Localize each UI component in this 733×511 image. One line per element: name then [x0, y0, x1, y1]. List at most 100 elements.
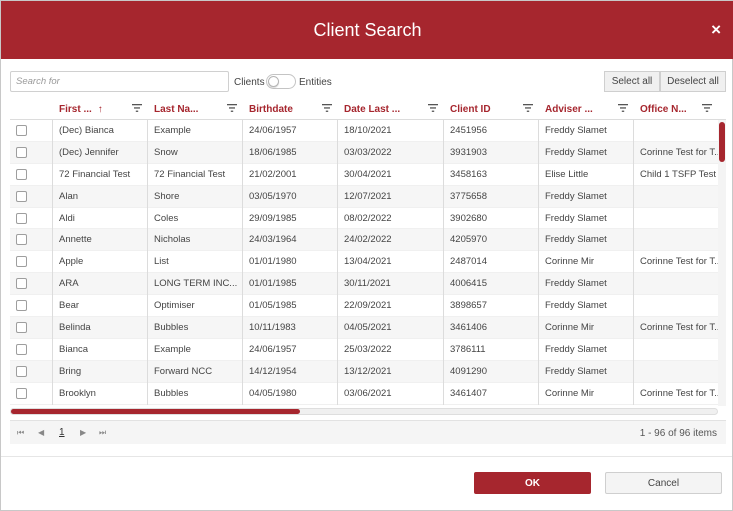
filter-icon[interactable] [618, 103, 628, 113]
table-cell: Shore [148, 185, 243, 208]
table-cell [634, 339, 718, 361]
grid-header: First ... ↑ Last Na... Birthdate Date Last .… [10, 98, 726, 120]
table-cell: (Dec) Jennifer [53, 141, 148, 164]
table-row[interactable]: (Dec) Bianca Example 24/06/1957 18/10/2021 2… [10, 120, 718, 142]
table-cell: 24/06/1957 [243, 120, 338, 142]
ok-button[interactable]: OK [474, 472, 591, 494]
row-checkbox[interactable] [16, 125, 27, 136]
grid-body: (Dec) Bianca Example 24/06/1957 18/10/2021 2… [10, 120, 718, 406]
table-cell: 3898657 [444, 295, 539, 318]
filter-icon[interactable] [523, 103, 533, 113]
row-checkbox[interactable] [16, 387, 27, 399]
table-cell: 72 Financial Test [148, 163, 243, 186]
column-header-label: Client ID [450, 103, 491, 115]
table-cell: Bianca [53, 338, 148, 361]
prev-page-icon[interactable]: ◀ [38, 428, 44, 437]
select-all-button[interactable]: Select all [604, 71, 660, 92]
row-checkbox[interactable] [16, 365, 27, 377]
table-cell: 3902680 [444, 207, 539, 230]
column-header-5[interactable]: Client ID [444, 98, 539, 120]
table-cell: 3461407 [444, 382, 539, 405]
table-cell: Aldi [53, 207, 148, 230]
table-cell [634, 208, 718, 230]
row-checkbox[interactable] [16, 256, 27, 268]
row-checkbox[interactable] [16, 322, 27, 334]
row-checkbox[interactable] [16, 343, 27, 355]
cancel-button[interactable]: Cancel [605, 472, 722, 494]
table-row[interactable]: Bianca Example 24/06/1957 25/03/2022 3786111… [10, 338, 718, 361]
column-header-4[interactable]: Date Last ... [338, 98, 444, 120]
horizontal-scrollbar[interactable] [10, 408, 718, 415]
row-checkbox-cell [10, 360, 53, 383]
column-header-label: Adviser ... [545, 103, 593, 115]
vertical-scrollbar[interactable] [718, 120, 726, 406]
filter-icon[interactable] [132, 103, 142, 113]
row-checkbox[interactable] [16, 278, 27, 290]
clients-entities-toggle[interactable] [266, 74, 296, 89]
table-row[interactable]: Aldi Coles 29/09/1985 08/02/2022 3902680 Fred… [10, 207, 718, 230]
table-cell [634, 361, 718, 383]
search-input[interactable] [10, 71, 229, 92]
table-cell: Child 1 TSFP Test [640, 168, 717, 180]
close-icon[interactable]: × [711, 21, 721, 38]
table-cell: Freddy Slamet [539, 273, 634, 296]
table-cell: Bubbles [148, 317, 243, 339]
sort-ascending-icon[interactable]: ↑ [98, 104, 103, 115]
row-checkbox[interactable] [16, 234, 27, 246]
first-page-icon[interactable]: ⏮ [17, 428, 24, 438]
table-cell: 4205970 [444, 229, 539, 252]
row-checkbox-cell [10, 120, 53, 142]
table-row[interactable]: Bear Optimiser 01/05/1985 22/09/2021 3898657… [10, 295, 718, 318]
table-cell: Bubbles [148, 382, 243, 405]
table-cell: 72 Financial Test [53, 163, 148, 186]
filter-icon[interactable] [702, 103, 712, 113]
table-cell: 22/09/2021 [338, 295, 444, 318]
table-cell: 01/01/1980 [243, 251, 338, 274]
page-number-1[interactable]: 1 [59, 427, 65, 438]
table-cell: 01/05/1985 [243, 295, 338, 318]
row-checkbox[interactable] [16, 190, 27, 202]
table-row[interactable]: Apple List 01/01/1980 13/04/2021 2487014 Cori… [10, 251, 718, 274]
table-row[interactable]: Annette Nicholas 24/03/1964 24/02/2022 42059… [10, 229, 718, 252]
row-checkbox[interactable] [16, 168, 27, 180]
column-header-3[interactable]: Birthdate [243, 98, 338, 120]
row-checkbox[interactable] [16, 212, 27, 224]
table-row[interactable]: 72 Financial Test 72 Financial Test 21/02/… [10, 163, 718, 186]
table-cell: 01/01/1985 [243, 273, 338, 296]
filter-icon[interactable] [322, 103, 332, 113]
column-header-2[interactable]: Last Na... [148, 98, 243, 120]
table-cell: Apple [53, 251, 148, 274]
table-row[interactable]: ARA LONG TERM INC... 01/01/1985 30/11/2021 4… [10, 273, 718, 296]
row-checkbox-cell [10, 273, 53, 296]
table-cell [634, 186, 718, 208]
table-cell: 18/10/2021 [338, 120, 444, 142]
row-checkbox[interactable] [16, 300, 27, 312]
table-cell: 3786111 [444, 338, 539, 361]
column-header-1[interactable]: First ... ↑ [53, 98, 148, 120]
table-cell: 03/03/2022 [338, 141, 444, 164]
table-cell: Coles [148, 207, 243, 230]
table-cell: 30/11/2021 [338, 273, 444, 296]
row-checkbox[interactable] [16, 146, 27, 158]
table-row[interactable]: (Dec) Jennifer Snow 18/06/1985 03/03/2022 39… [10, 141, 718, 164]
horizontal-scrollbar-thumb[interactable] [11, 409, 300, 414]
table-row[interactable]: Alan Shore 03/05/1970 12/07/2021 3775658 Fred… [10, 185, 718, 208]
table-cell: 4091290 [444, 360, 539, 383]
table-row[interactable]: Bring Forward NCC 14/12/1954 13/12/2021 4091… [10, 360, 718, 383]
table-cell: Annette [53, 229, 148, 252]
row-checkbox-cell [10, 295, 53, 318]
deselect-all-button[interactable]: Deselect all [660, 71, 726, 92]
filter-icon[interactable] [428, 103, 438, 113]
column-header-6[interactable]: Adviser ... [539, 98, 634, 120]
table-cell: 2487014 [444, 251, 539, 274]
table-cell: Corinne Mir [539, 382, 634, 405]
table-row[interactable]: Brooklyn Bubbles 04/05/1980 03/06/2021 34614… [10, 382, 718, 405]
pager-info: 1 - 96 of 96 items [639, 428, 717, 439]
next-page-icon[interactable]: ▶ [80, 428, 86, 437]
column-header-label: Office N... [640, 103, 687, 115]
column-header-7[interactable]: Office N... [634, 98, 718, 120]
table-row[interactable]: Belinda Bubbles 10/11/1983 04/05/2021 346140… [10, 317, 718, 339]
filter-icon[interactable] [227, 103, 237, 113]
vertical-scrollbar-thumb[interactable] [719, 122, 725, 162]
last-page-icon[interactable]: ⏭ [99, 428, 106, 438]
